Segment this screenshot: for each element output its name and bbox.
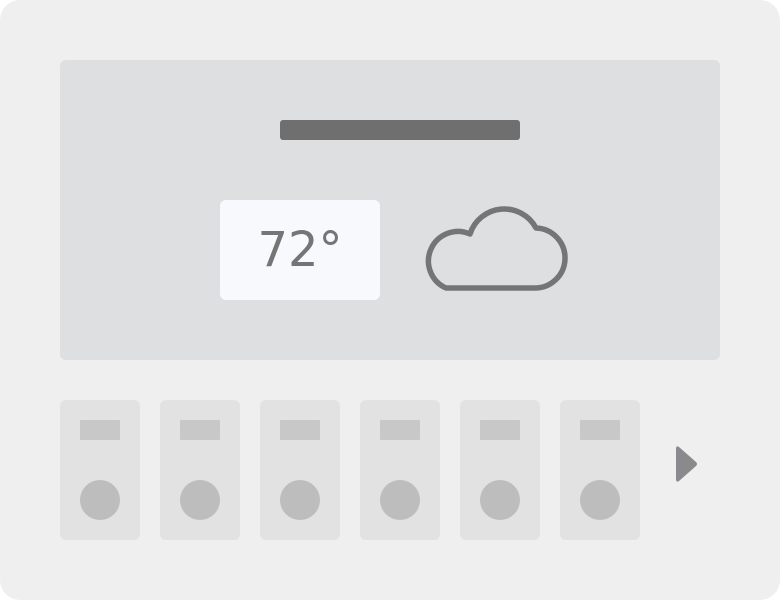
forecast-weather-icon [580, 480, 620, 520]
forecast-day-placeholder [280, 420, 320, 440]
forecast-card[interactable] [160, 400, 240, 540]
title-placeholder-bar [280, 120, 520, 140]
weather-widget: 72° [0, 0, 780, 600]
forecast-day-placeholder [80, 420, 120, 440]
forecast-card[interactable] [560, 400, 640, 540]
forecast-weather-icon [80, 480, 120, 520]
forecast-weather-icon [180, 480, 220, 520]
forecast-weather-icon [480, 480, 520, 520]
forecast-card[interactable] [260, 400, 340, 540]
cloud-icon [425, 206, 568, 291]
temperature-value: 72° [257, 222, 343, 278]
forecast-weather-icon [380, 480, 420, 520]
current-weather-panel: 72° [60, 60, 720, 360]
temperature-box: 72° [220, 200, 380, 300]
forecast-weather-icon [280, 480, 320, 520]
forecast-day-placeholder [380, 420, 420, 440]
forecast-card[interactable] [60, 400, 140, 540]
forecast-day-placeholder [180, 420, 220, 440]
forecast-card[interactable] [460, 400, 540, 540]
forecast-day-placeholder [580, 420, 620, 440]
forecast-day-placeholder [480, 420, 520, 440]
forecast-card[interactable] [360, 400, 440, 540]
chevron-right-icon[interactable] [672, 442, 702, 486]
